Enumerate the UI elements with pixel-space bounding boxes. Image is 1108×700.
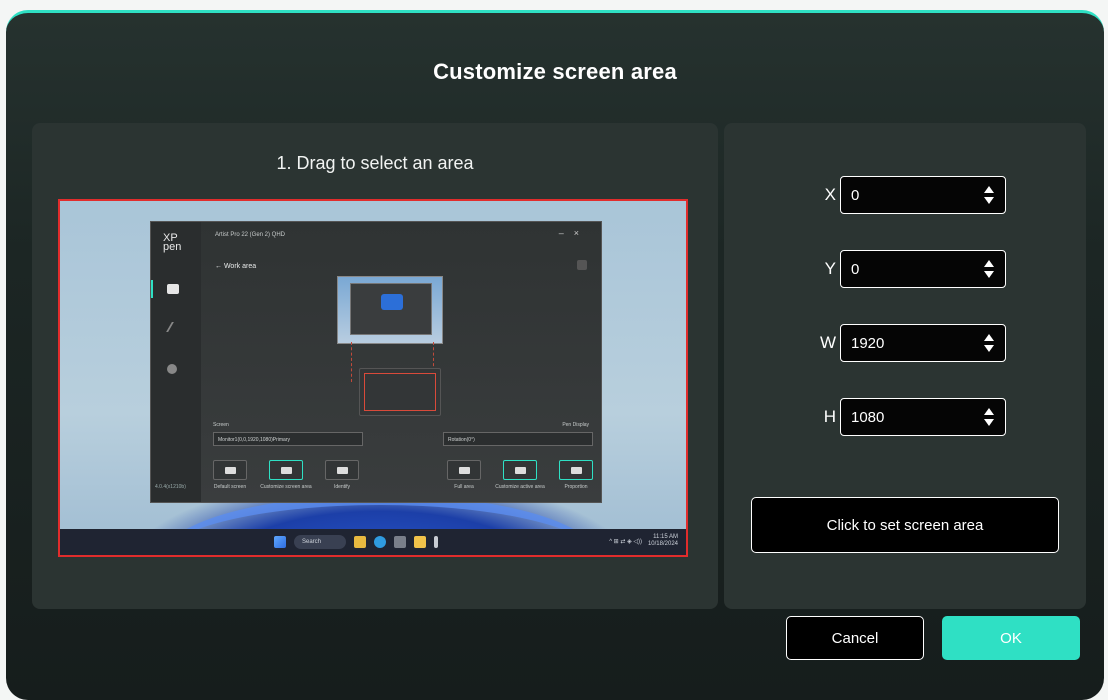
h-spinner-icon[interactable]	[983, 407, 995, 427]
mini-screen-thumbnail	[337, 276, 443, 344]
taskbar-tray: ^ ⊞ ⇄ ◈ ◁)) 11:15 AM 10/18/2024	[609, 534, 678, 548]
clock-time: 11:15 AM	[653, 534, 678, 540]
rotation-select: Rotation(0°)	[443, 432, 593, 446]
dialog-title: Customize screen area	[433, 59, 677, 84]
mini-tablet-thumbnail	[359, 368, 441, 416]
tablet-icon	[167, 284, 179, 294]
preview-taskbar: Search ^ ⊞ ⇄ ◈ ◁)) 11:15 AM 10/18/2024	[60, 529, 686, 555]
screen-label: Screen	[213, 422, 229, 428]
taskbar-clock: 11:15 AM 10/18/2024	[648, 534, 678, 548]
h-stepper[interactable]	[840, 398, 1006, 436]
spin-down-icon[interactable]	[984, 345, 994, 352]
cancel-button[interactable]: Cancel	[786, 616, 924, 660]
identify-button	[325, 460, 359, 480]
mic-icon	[434, 536, 438, 548]
selection-panel: 1. Drag to select an area XP pen 4.0.4(x1…	[32, 123, 718, 609]
spin-up-icon[interactable]	[984, 186, 994, 193]
customize-active-area-label: Customize active area	[495, 484, 545, 490]
mini-window-thumbnail	[350, 283, 432, 335]
preview-back-label: ← Work area	[215, 263, 257, 270]
spin-up-icon[interactable]	[984, 260, 994, 267]
projection-line-left	[351, 342, 352, 382]
w-input[interactable]	[841, 325, 971, 361]
clock-date: 10/18/2024	[647, 541, 678, 547]
y-input[interactable]	[841, 251, 971, 287]
tray-icons: ^ ⊞ ⇄ ◈ ◁))	[609, 538, 642, 545]
gear-icon	[167, 364, 177, 374]
set-screen-area-button[interactable]: Click to set screen area	[751, 497, 1059, 553]
preview-app-title: Artist Pro 22 (Gen 2) QHD	[215, 232, 286, 238]
default-screen-button	[213, 460, 247, 480]
preview-app-window: XP pen 4.0.4(x1210b) Artist Pro 22 (Gen 2…	[150, 221, 602, 503]
coordinates-panel: X Y W H Click	[724, 123, 1086, 609]
refresh-icon	[577, 260, 587, 270]
app-version: 4.0.4(x1210b)	[155, 484, 186, 490]
windows-start-icon	[274, 536, 286, 548]
drag-instruction: 1. Drag to select an area	[276, 153, 474, 173]
window-controls: –×	[558, 228, 589, 238]
proportion-label: Proportion	[564, 484, 588, 490]
taskbar-apps: Search	[274, 535, 438, 549]
y-label: Y	[824, 259, 836, 278]
w-stepper[interactable]	[840, 324, 1006, 362]
app-icon	[394, 536, 406, 548]
y-field-row: Y	[812, 249, 1006, 289]
spin-down-icon[interactable]	[984, 271, 994, 278]
xppen-logo: XP pen	[163, 232, 182, 253]
w-field-row: W	[812, 323, 1006, 363]
file-explorer-icon	[354, 536, 366, 548]
h-field-row: H	[812, 397, 1006, 437]
w-label: W	[819, 333, 836, 352]
monitor-select: Monitor1(0,0,1920,1080)Primary	[213, 432, 363, 446]
w-spinner-icon[interactable]	[983, 333, 995, 353]
mini-active-area	[364, 373, 436, 411]
work-area-label: Work area	[223, 263, 257, 270]
x-label: X	[824, 185, 836, 204]
preview-app-sidebar: XP pen 4.0.4(x1210b)	[151, 222, 201, 502]
full-area-button	[447, 460, 481, 480]
h-input[interactable]	[841, 399, 971, 435]
customize-screen-area-dialog: Customize screen area 1. Drag to select …	[6, 10, 1104, 700]
edge-icon	[374, 536, 386, 548]
taskbar-search: Search	[294, 535, 346, 549]
spin-up-icon[interactable]	[984, 334, 994, 341]
mini-wallpaper	[381, 294, 403, 310]
default-screen-label: Default screen	[213, 484, 247, 490]
x-input[interactable]	[841, 177, 971, 213]
customize-screen-area-button	[269, 460, 303, 480]
pen-icon	[166, 322, 182, 332]
pen-display-label: Pen Display	[562, 422, 589, 428]
x-spinner-icon[interactable]	[983, 185, 995, 205]
identify-label: Identify	[333, 484, 351, 490]
x-stepper[interactable]	[840, 176, 1006, 214]
x-field-row: X	[812, 175, 1006, 215]
nav-active-indicator	[151, 280, 153, 298]
folder-icon	[414, 536, 426, 548]
proportion-button	[559, 460, 593, 480]
full-area-label: Full area	[454, 484, 474, 490]
y-stepper[interactable]	[840, 250, 1006, 288]
screen-preview-selection[interactable]: XP pen 4.0.4(x1210b) Artist Pro 22 (Gen 2…	[58, 199, 688, 557]
customize-screen-area-label: Customize screen area	[260, 484, 312, 490]
h-label: H	[823, 407, 836, 426]
spin-up-icon[interactable]	[984, 408, 994, 415]
ok-button[interactable]: OK	[942, 616, 1080, 660]
spin-down-icon[interactable]	[984, 419, 994, 426]
customize-active-area-button	[503, 460, 537, 480]
spin-down-icon[interactable]	[984, 197, 994, 204]
y-spinner-icon[interactable]	[983, 259, 995, 279]
